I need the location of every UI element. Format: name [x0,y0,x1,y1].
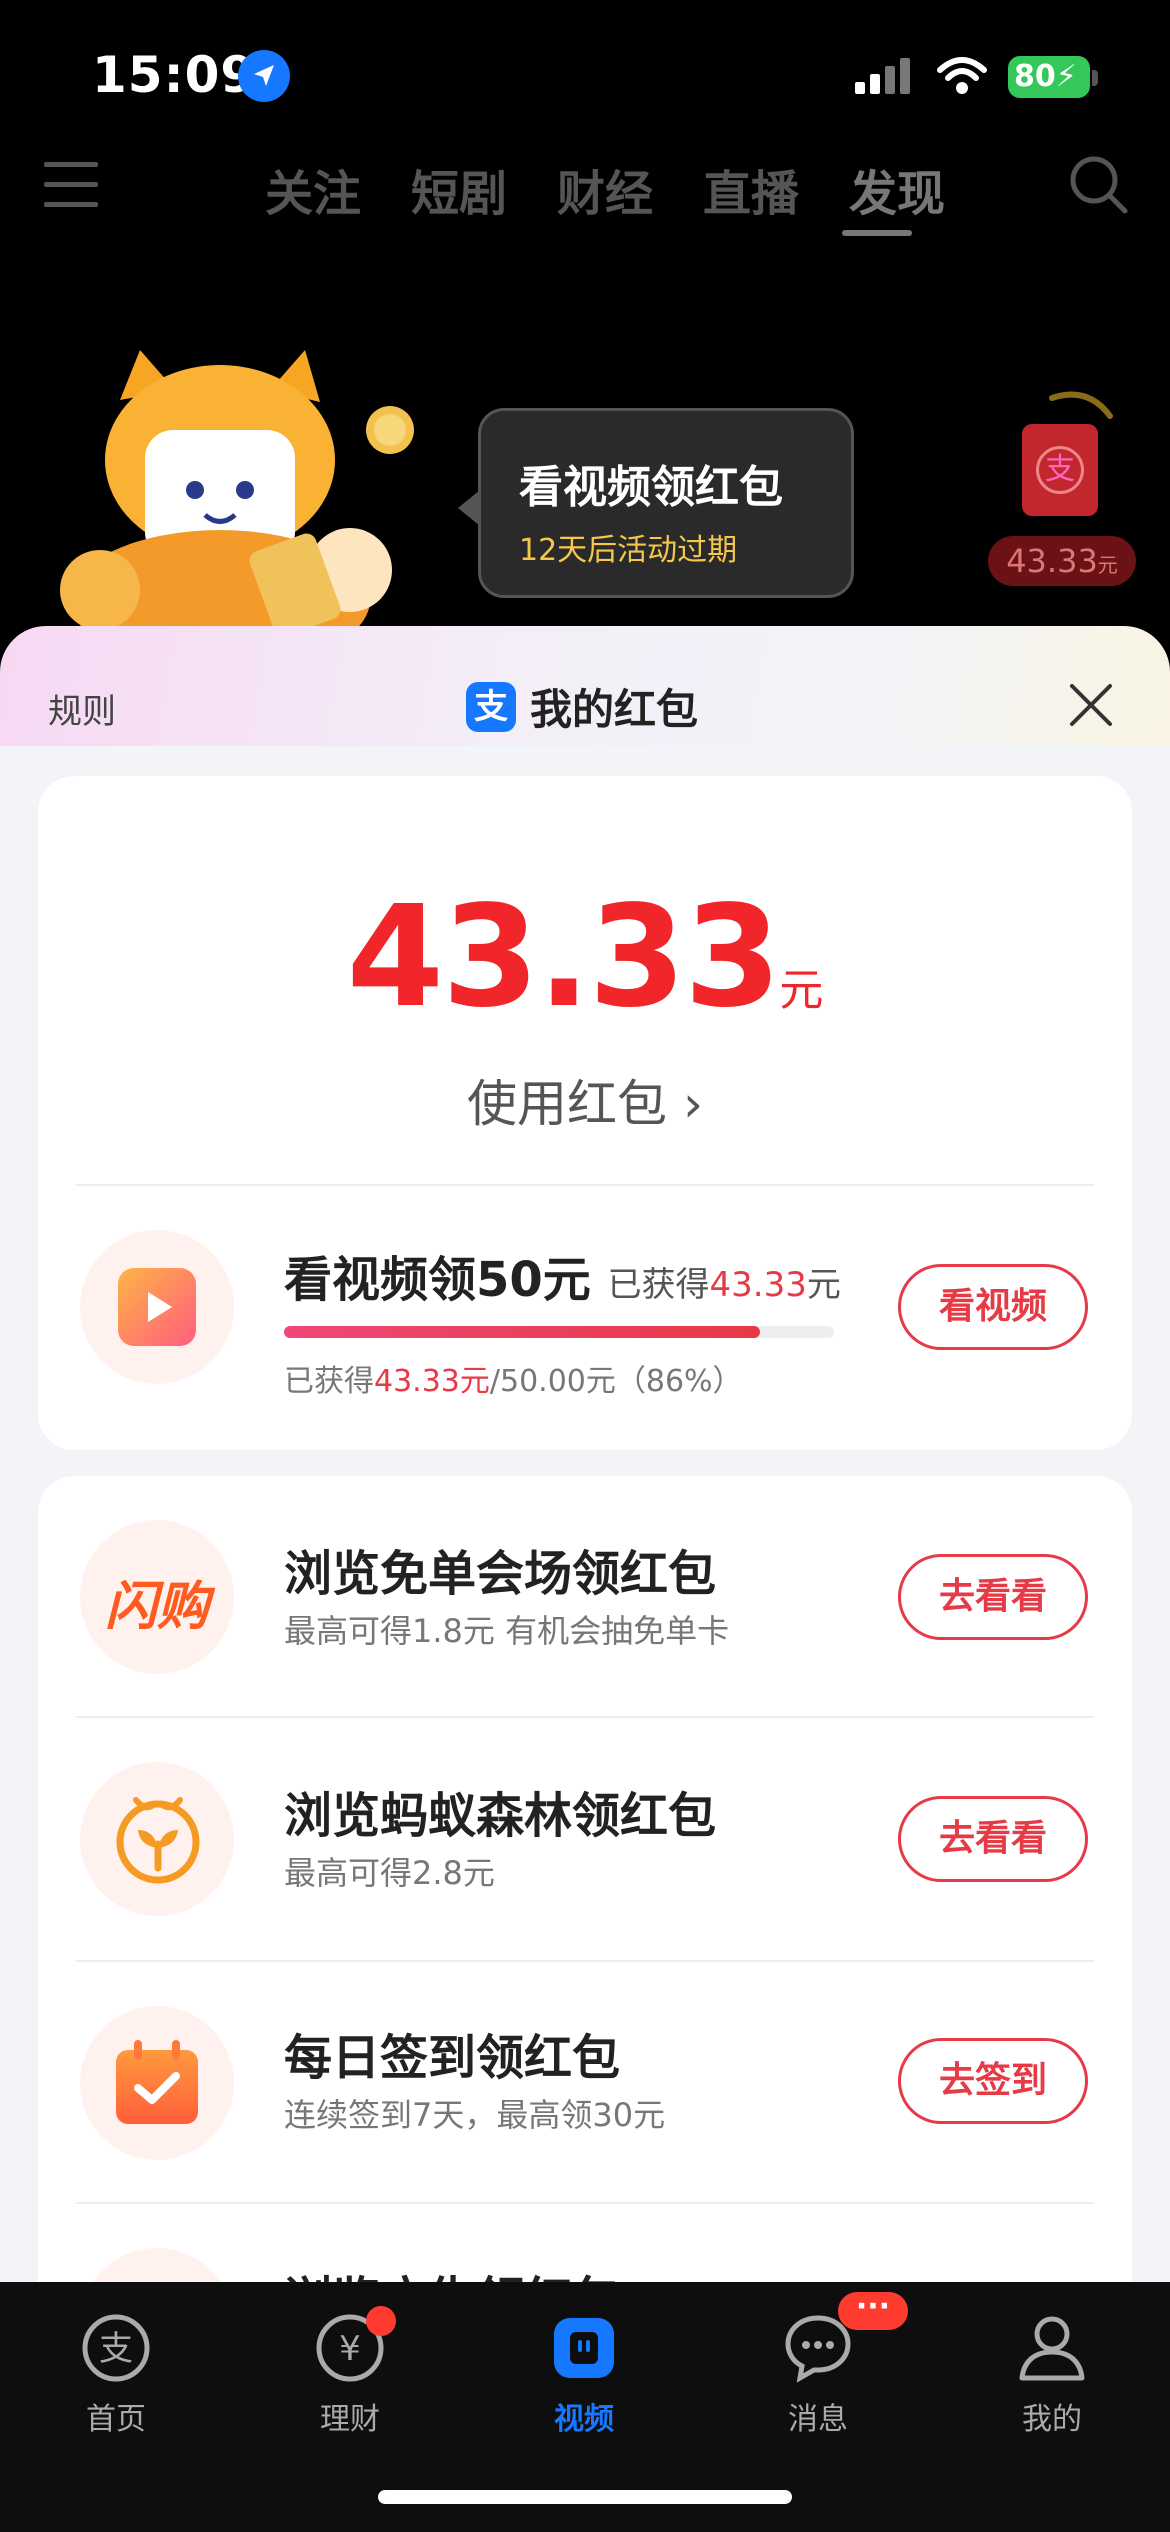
notification-dot [366,2306,396,2336]
task-title: 每日签到领红包 [284,2030,621,2086]
envelope-symbol: 支 [1036,446,1084,494]
task-title: 浏览免单会场领红包 [284,1546,717,1602]
task-subtitle: 最高可得1.8元 有机会抽免单卡 [284,1612,730,1650]
location-arrow-icon [238,50,290,102]
tab-home-label: 首页 [86,2402,146,2437]
watch-video-bubble[interactable]: 看视频领红包 12天后活动过期 [478,408,854,598]
balance-card: 43.33元 使用红包 › 看视频领50元 已获得43.33元 已获得43.33… [38,776,1132,1450]
status-bar: 15:09 80⚡ [0,0,1170,140]
watch-video-button[interactable]: 看视频 [898,1264,1088,1350]
my-red-packet-sheet: 规则 支 我的红包 43.33元 使用红包 › 看视频领50元 已获得43.33… [0,626,1170,2282]
task-icon-bg [80,2248,234,2282]
balance-amount: 43.33元 [38,876,1132,1039]
wifi-icon [937,57,987,94]
divider [76,1184,1094,1186]
browse-free-order-button[interactable]: 去看看 [898,1554,1088,1640]
use-red-packet-link[interactable]: 使用红包 › [38,1064,1132,1136]
task-icon-bg [80,1762,234,1916]
active-tab-indicator [842,230,912,236]
video-task-detail-value: 43.33元 [374,1364,490,1399]
tab-messages[interactable]: 消息 [748,2312,888,2438]
envelope-amount-badge: 43.33元 [988,536,1136,586]
close-icon[interactable] [1068,682,1114,728]
tab-me[interactable]: 我的 [982,2312,1122,2438]
top-navigation: 关注 短剧 财经 直播 发现 [0,140,1170,260]
video-task-title-text: 看视频领50元 [284,1252,591,1308]
video-task-earned-label: 已获得 [607,1265,710,1305]
alipay-home-icon: 支 [82,2314,150,2382]
video-task-progress-fill [284,1326,761,1338]
video-task-detail-suffix: /50.00元（86%） [489,1364,743,1399]
use-red-packet-label: 使用红包 [467,1075,668,1133]
video-task-detail: 已获得43.33元/50.00元（86%） [284,1356,743,1400]
message-count-badge: ··· [838,2292,908,2330]
menu-icon[interactable] [44,160,98,210]
flash-buy-icon: 闪购 [104,1577,209,1637]
sheet-header: 规则 支 我的红包 [0,626,1170,766]
sheet-title-text: 我的红包 [530,685,699,734]
envelope-amount: 43.33 [1006,542,1098,580]
task-icon-bg [80,2006,234,2160]
alipay-logo-icon: 支 [466,681,516,732]
divider [76,1960,1094,1962]
bubble-subtitle: 12天后活动过期 [519,533,738,568]
divider [76,2202,1094,2204]
calendar-check-icon [116,2040,198,2124]
divider [76,1716,1094,1718]
tab-live[interactable]: 直播 [678,154,824,224]
search-icon[interactable] [1068,154,1130,216]
task-icon-bg: 闪购 [80,1520,234,1674]
balance-value: 43.33 [346,876,782,1039]
tab-video[interactable]: 视频 [514,2312,654,2438]
task-subtitle: 最高可得2.8元 [284,1854,495,1892]
video-task-progress [284,1326,834,1338]
svg-text:¥: ¥ [339,2329,361,2369]
bubble-tail [458,490,480,526]
battery-indicator: 80⚡ [1008,56,1090,98]
task-title: 浏览蚂蚁森林领红包 [284,1788,717,1844]
video-task-detail-prefix: 已获得 [284,1364,374,1399]
tab-wealth-label: 理财 [320,2402,380,2437]
promo-banner: 看视频领红包 12天后活动过期 支 43.33元 [0,300,1170,640]
tab-follow[interactable]: 关注 [240,154,386,224]
browse-ant-forest-button[interactable]: 去看看 [898,1796,1088,1882]
check-in-button[interactable]: 去签到 [898,2038,1088,2124]
status-time: 15:09 [92,46,257,104]
home-indicator[interactable] [378,2490,792,2504]
video-task-icon-bg [80,1230,234,1384]
tab-finance[interactable]: 财经 [532,154,678,224]
tab-short-drama[interactable]: 短剧 [386,154,532,224]
task-subtitle: 连续签到7天，最高领30元 [284,2096,666,2134]
user-profile-icon [1019,2316,1085,2381]
progress-arc [1049,391,1113,419]
video-play-icon [118,1268,196,1346]
tab-me-label: 我的 [1022,2402,1082,2437]
task-list-card: 闪购 浏览免单会场领红包 最高可得1.8元 有机会抽免单卡 去看看 浏览蚂蚁森林… [38,1476,1132,2282]
bubble-title: 看视频领红包 [519,462,783,513]
svg-text:支: 支 [99,2329,133,2369]
charging-bolt-icon: ⚡ [1055,59,1077,94]
envelope-unit: 元 [1097,553,1118,577]
video-task-earned-unit: 元 [806,1265,841,1305]
tab-home[interactable]: 支 首页 [46,2312,186,2438]
video-task-earned-value: 43.33 [709,1265,807,1305]
tab-messages-label: 消息 [788,2402,848,2437]
battery-level: 80 [1014,59,1056,94]
task-title: 浏览广告领红包 [284,2260,620,2282]
tab-wealth[interactable]: ¥ 理财 [280,2312,420,2438]
rules-link[interactable]: 规则 [48,684,116,733]
tab-video-label: 视频 [554,2402,614,2437]
video-task-title: 看视频领50元 已获得43.33元 [284,1240,841,1310]
red-envelope-icon[interactable]: 支 [1022,424,1098,516]
chevron-right-icon: › [682,1075,703,1133]
ant-forest-icon [116,1797,200,1884]
video-tab-icon [554,2318,614,2378]
tab-discover[interactable]: 发现 [824,154,970,224]
lucky-cat-mascot-icon [60,350,414,640]
balance-unit: 元 [779,965,824,1016]
cellular-signal-icon [855,58,910,94]
battery-tip [1092,70,1098,86]
top-tabs: 关注 短剧 财经 直播 发现 [240,154,970,224]
sheet-title: 支 我的红包 [466,676,698,737]
